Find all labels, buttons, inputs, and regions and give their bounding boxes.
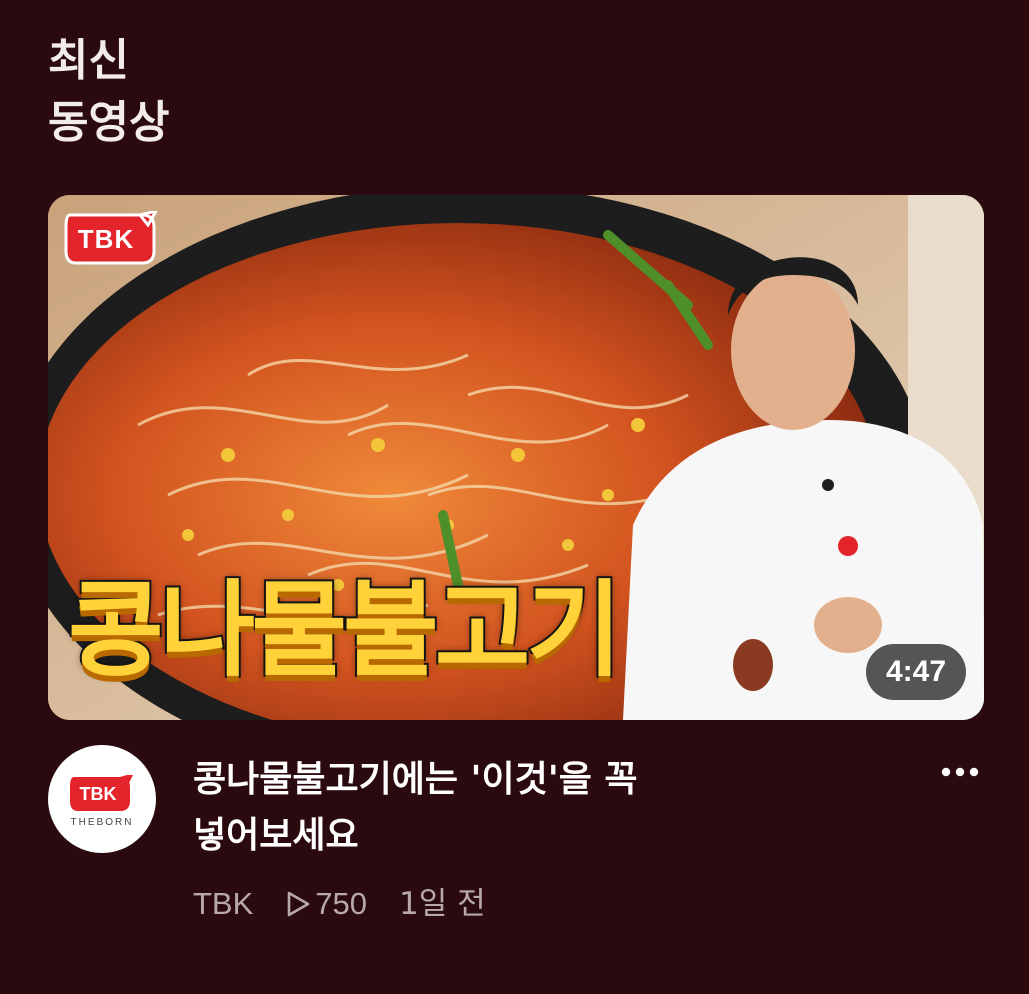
channel-logo-text: TBK [79, 784, 117, 804]
section-title-line2: 동영상 [48, 97, 170, 148]
video-title-line2: 넣어보세요 [193, 815, 359, 856]
video-thumbnail[interactable]: TBK 콩나물불고기 4:47 [48, 195, 984, 720]
thumbnail-brand-badge: TBK [62, 208, 160, 267]
video-meta: TBK 750 1일 전 [193, 880, 486, 928]
view-count: 750 [285, 880, 367, 928]
more-horizontal-icon [941, 767, 979, 777]
section-title: 최신 동영상 [48, 30, 169, 154]
video-title[interactable]: 콩나물불고기에는 '이것'을 꼭 넣어보세요 [193, 752, 893, 864]
section-title-line1: 최신 [48, 35, 129, 86]
channel-name[interactable]: TBK [193, 880, 253, 928]
play-outline-icon [287, 891, 310, 917]
channel-avatar[interactable]: TBK THEBORN [48, 745, 156, 853]
more-options-button[interactable] [930, 752, 990, 792]
thumbnail-overlay-title: 콩나물불고기 [66, 568, 624, 692]
duration-badge: 4:47 [865, 644, 966, 700]
video-title-line1: 콩나물불고기에는 '이것'을 꼭 [193, 759, 638, 800]
upload-age: 1일 전 [399, 886, 486, 922]
view-count-value: 750 [315, 886, 368, 921]
channel-logo-subtext: THEBORN [70, 817, 134, 828]
brand-badge-text: TBK [77, 224, 135, 254]
